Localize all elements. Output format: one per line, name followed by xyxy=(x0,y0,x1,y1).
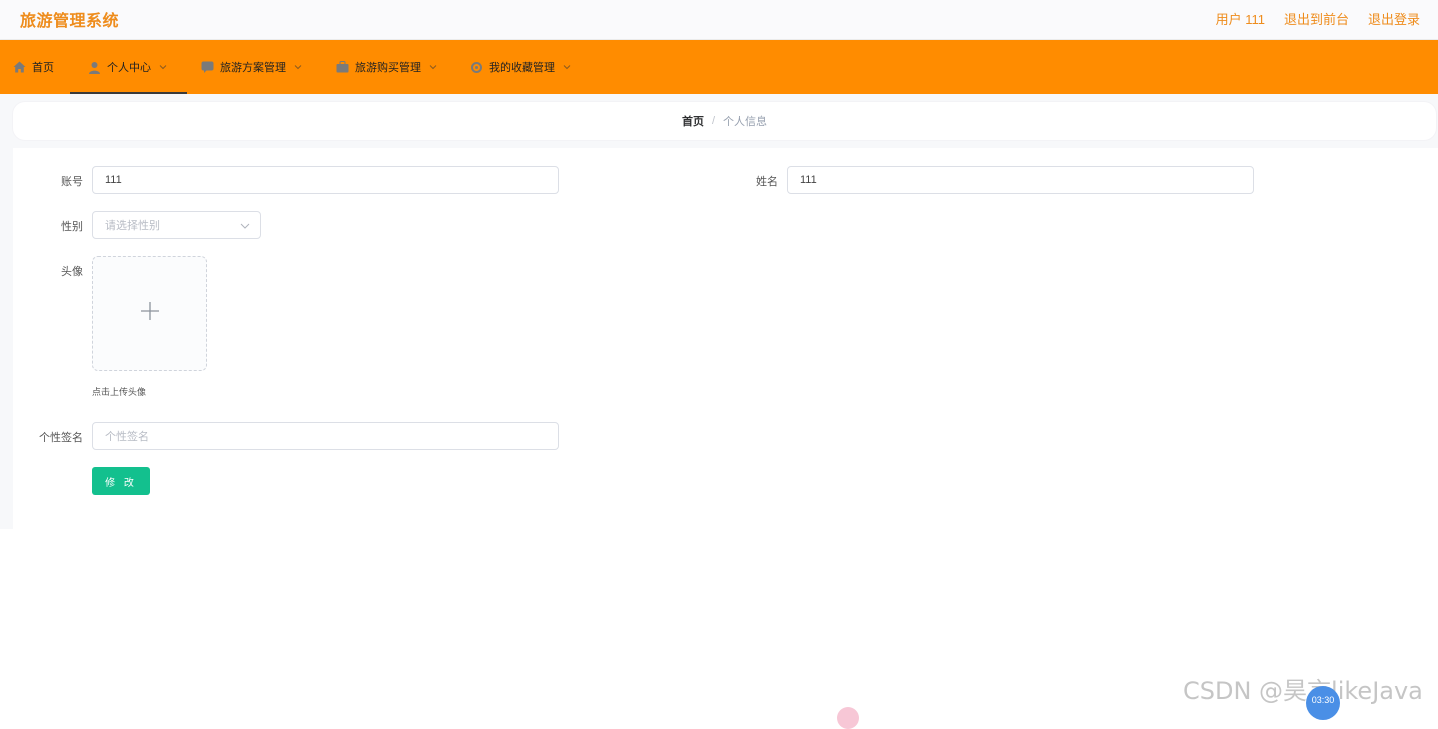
breadcrumb: 首页 / 个人信息 xyxy=(13,102,1436,140)
signature-label: 个性签名 xyxy=(39,432,83,444)
nav-item-my-favorites[interactable]: 我的收藏管理 xyxy=(470,40,571,94)
nav-item-travel-plan[interactable]: 旅游方案管理 xyxy=(201,40,302,94)
plus-icon xyxy=(140,301,160,326)
user-icon xyxy=(88,61,101,74)
nav-item-personal-center[interactable]: 个人中心 xyxy=(70,40,187,94)
logout-link[interactable]: 退出登录 xyxy=(1368,9,1420,28)
nav-item-travel-purchase[interactable]: 旅游购买管理 xyxy=(336,40,437,94)
main-nav: 首页 个人中心 旅游方案管理 旅游购买管理 我的收藏管理 xyxy=(0,40,1438,133)
header-links: 用户 111 退出到前台 退出登录 xyxy=(1216,9,1420,28)
nav-label: 个人中心 xyxy=(107,62,151,74)
top-header: 旅游管理系统 用户 111 退出到前台 退出登录 xyxy=(0,0,1438,40)
gender-placeholder: 请选择性别 xyxy=(105,220,160,232)
profile-form-panel xyxy=(13,148,1438,529)
avatar-label: 头像 xyxy=(61,266,83,278)
gender-select[interactable]: 请选择性别 xyxy=(92,211,261,239)
name-input[interactable]: 111 xyxy=(787,166,1254,194)
nav-label: 首页 xyxy=(32,62,54,74)
name-label: 姓名 xyxy=(756,176,778,188)
submit-button[interactable]: 修 改 xyxy=(92,467,150,495)
account-input[interactable]: 111 xyxy=(92,166,559,194)
watermark: CSDN @昊言likeJava xyxy=(1183,677,1423,705)
briefcase-icon xyxy=(336,61,349,73)
gender-label: 性别 xyxy=(61,221,83,233)
nav-label: 旅游购买管理 xyxy=(355,62,421,74)
decorative-dot xyxy=(837,707,859,729)
chevron-down-icon xyxy=(563,64,571,70)
account-label: 账号 xyxy=(61,176,83,188)
signature-input[interactable]: 个性签名 xyxy=(92,422,559,450)
avatar-uploader[interactable] xyxy=(92,256,207,371)
panel-gutter xyxy=(0,148,13,529)
breadcrumb-current: 个人信息 xyxy=(723,116,768,128)
chevron-down-icon xyxy=(429,64,437,70)
nav-item-home[interactable]: 首页 xyxy=(13,40,54,94)
avatar-hint: 点击上传头像 xyxy=(92,387,147,397)
back-to-front-link[interactable]: 退出到前台 xyxy=(1284,9,1349,28)
breadcrumb-separator: / xyxy=(711,115,716,127)
chat-icon xyxy=(201,61,214,73)
chevron-down-icon xyxy=(294,64,302,70)
nav-label: 旅游方案管理 xyxy=(220,62,286,74)
home-icon xyxy=(13,61,26,73)
chevron-down-icon xyxy=(240,221,250,233)
app-title: 旅游管理系统 xyxy=(20,13,120,30)
nav-label: 我的收藏管理 xyxy=(489,62,555,74)
gear-icon xyxy=(470,61,483,74)
breadcrumb-home[interactable]: 首页 xyxy=(682,113,704,129)
user-name-link[interactable]: 用户 111 xyxy=(1216,9,1265,28)
timer-badge: 03:30 xyxy=(1306,686,1340,720)
chevron-down-icon xyxy=(159,64,167,70)
